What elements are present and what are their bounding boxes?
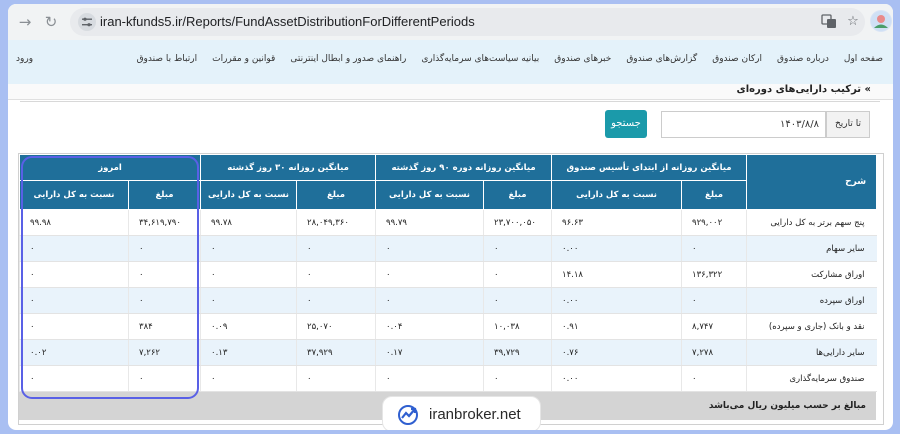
watermark-text: iranbroker.net <box>429 405 521 423</box>
menu-item-contact[interactable]: ارتباط با صندوق <box>137 54 198 64</box>
table-cell: ۰ <box>200 261 297 288</box>
menu-item-home[interactable]: صفحه اول <box>844 54 883 64</box>
date-input[interactable]: ۱۴۰۳/۸/۸ <box>661 111 826 138</box>
header-description: شرح <box>746 154 878 210</box>
table-cell: ۰ <box>483 365 552 392</box>
menu-item-regulations[interactable]: قوانین و مقررات <box>212 54 275 64</box>
today-column-highlight <box>21 156 199 399</box>
table-cell: ۱۰,۰۳۸ <box>483 313 552 340</box>
main-menu: صفحه اول درباره صندوق ارکان صندوق گزارش‌… <box>137 54 883 64</box>
subheader-ratio: نسبت به کل دارایی <box>551 180 683 210</box>
row-label: سایر سهام <box>746 235 877 262</box>
address-bar[interactable]: iran-kfunds5.ir/Reports/FundAssetDistrib… <box>70 8 865 36</box>
row-label: نقد و بانک (جاری و سپرده) <box>746 313 877 340</box>
table-cell: ۰ <box>681 287 747 314</box>
login-link[interactable]: ورود <box>16 54 33 64</box>
table-cell: ۰.۰۰ <box>551 287 682 314</box>
table-cell: ۰.۷۶ <box>551 339 682 366</box>
url-text[interactable]: iran-kfunds5.ir/Reports/FundAssetDistrib… <box>100 14 475 29</box>
table-cell: ۱۳۶,۳۲۲ <box>681 261 747 288</box>
table-cell: ۰.۹۱ <box>551 313 682 340</box>
table-cell: ۹۹.۷۸ <box>200 209 297 236</box>
table-cell: ۰ <box>296 235 376 262</box>
table-cell: ۰ <box>296 287 376 314</box>
row-label: سایر دارایی‌ها <box>746 339 877 366</box>
header-90-days: میانگین روزانه دوره ۹۰ روز گذشته <box>375 154 553 181</box>
table-cell: ۳۷,۹۲۹ <box>296 339 376 366</box>
table-cell: ۰.۰۰ <box>551 365 682 392</box>
table-cell: ۹۲۹,۰۰۲ <box>681 209 747 236</box>
site-info-icon[interactable] <box>78 13 96 31</box>
table-cell: ۰.۰۹ <box>200 313 297 340</box>
subheader-amount: مبلغ <box>681 180 748 210</box>
table-cell: ۰ <box>375 287 484 314</box>
table-cell: ۰.۰۰ <box>551 235 682 262</box>
browser-window: → ↻ iran-kfunds5.ir/Reports/FundAssetDis… <box>8 4 893 430</box>
table-cell: ۲۵,۰۷۰ <box>296 313 376 340</box>
table-cell: ۰ <box>200 365 297 392</box>
table-cell: ۱۴.۱۸ <box>551 261 682 288</box>
table-cell: ۹۶.۶۳ <box>551 209 682 236</box>
menu-item-about[interactable]: درباره صندوق <box>777 54 829 64</box>
row-label: اوراق سپرده <box>746 287 877 314</box>
subheader-amount: مبلغ <box>296 180 377 210</box>
search-button[interactable]: جستجو <box>605 110 647 138</box>
forward-button[interactable]: → <box>14 11 36 33</box>
menu-item-issuance-guide[interactable]: راهنمای صدور و ابطال اینترنتی <box>290 54 406 64</box>
page-title-text: ترکیب دارایی‌های دوره‌ای <box>736 84 862 95</box>
table-cell: ۰ <box>681 365 747 392</box>
table-cell: ۰ <box>483 261 552 288</box>
table-cell: ۰ <box>483 287 552 314</box>
header-30-days: میانگین روزانه ۳۰ روز گذشته <box>200 154 377 181</box>
row-label: پنج سهم برتر به کل دارایی <box>746 209 877 236</box>
table-cell: ۰ <box>375 235 484 262</box>
reload-button[interactable]: ↻ <box>40 11 62 33</box>
table-cell: ۰ <box>200 287 297 314</box>
subheader-ratio: نسبت به کل دارایی <box>200 180 298 210</box>
browser-toolbar: → ↻ iran-kfunds5.ir/Reports/FundAssetDis… <box>8 4 893 40</box>
menu-item-news[interactable]: خبرهای صندوق <box>554 54 611 64</box>
watermark: iranbroker.net <box>382 396 541 430</box>
table-cell: ۰ <box>296 365 376 392</box>
profile-avatar-icon[interactable] <box>870 10 892 32</box>
site-navbar: صفحه اول درباره صندوق ارکان صندوق گزارش‌… <box>8 40 893 84</box>
header-since-inception: میانگین روزانه از ابتدای تأسیس صندوق <box>551 154 748 181</box>
table-cell: ۰.۱۷ <box>375 339 484 366</box>
menu-item-pillars[interactable]: ارکان صندوق <box>712 54 762 64</box>
title-divider <box>20 101 880 102</box>
row-label: صندوق سرمایه‌گذاری <box>746 365 877 392</box>
row-label: اوراق مشارکت <box>746 261 877 288</box>
bookmark-star-icon[interactable]: ☆ <box>844 13 862 31</box>
subheader-amount: مبلغ <box>483 180 553 210</box>
table-cell: ۰ <box>200 235 297 262</box>
to-date-label: تا تاریخ <box>826 111 870 138</box>
table-cell: ۰ <box>375 365 484 392</box>
breadcrumb-marker: » <box>864 84 871 95</box>
table-cell: ۰ <box>375 261 484 288</box>
table-cell: ۰.۱۳ <box>200 339 297 366</box>
table-cell: ۰ <box>483 235 552 262</box>
menu-item-reports[interactable]: گزارش‌های صندوق <box>626 54 697 64</box>
translate-icon[interactable] <box>820 13 838 31</box>
table-cell: ۹۹.۷۹ <box>375 209 484 236</box>
subheader-ratio: نسبت به کل دارایی <box>375 180 485 210</box>
table-cell: ۰ <box>296 261 376 288</box>
table-cell: ۳۹,۷۲۹ <box>483 339 552 366</box>
table-cell: ۲۳,۷۰۰,۰۵۰ <box>483 209 552 236</box>
table-cell: ۷,۲۷۸ <box>681 339 747 366</box>
table-cell: ۸,۷۴۷ <box>681 313 747 340</box>
growth-chart-icon <box>398 405 418 425</box>
menu-item-investment-policy[interactable]: بیانیه سیاست‌های سرمایه‌گذاری <box>421 54 539 64</box>
table-cell: ۰ <box>681 235 747 262</box>
page-title: » ترکیب دارایی‌های دوره‌ای <box>737 84 871 95</box>
table-cell: ۲۸,۰۴۹,۳۶۰ <box>296 209 376 236</box>
table-cell: ۰.۰۴ <box>375 313 484 340</box>
